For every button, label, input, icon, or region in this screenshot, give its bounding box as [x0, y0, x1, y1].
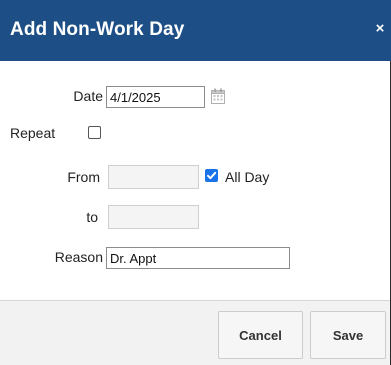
from-time-input[interactable]	[108, 165, 199, 189]
close-icon[interactable]: ×	[373, 20, 387, 38]
cancel-button[interactable]: Cancel	[218, 311, 303, 359]
check-icon	[207, 171, 217, 180]
all-day-label: All Day	[225, 169, 270, 185]
calendar-icon[interactable]	[211, 88, 225, 104]
dialog-titlebar: Add Non-Work Day ×	[0, 0, 391, 61]
dialog-title: Add Non-Work Day	[10, 19, 185, 40]
reason-input[interactable]	[106, 247, 290, 269]
from-label: From	[67, 169, 100, 185]
to-label: to	[86, 209, 98, 225]
all-day-checkbox[interactable]	[205, 169, 218, 182]
reason-label: Reason	[54, 249, 103, 265]
repeat-label: Repeat	[10, 125, 56, 141]
date-input[interactable]	[106, 86, 205, 108]
save-button[interactable]: Save	[310, 311, 386, 359]
to-time-input[interactable]	[108, 205, 199, 229]
add-non-work-day-dialog: Add Non-Work Day × Date Repeat From All …	[0, 0, 391, 365]
repeat-checkbox[interactable]	[88, 126, 101, 139]
date-label: Date	[73, 88, 103, 104]
